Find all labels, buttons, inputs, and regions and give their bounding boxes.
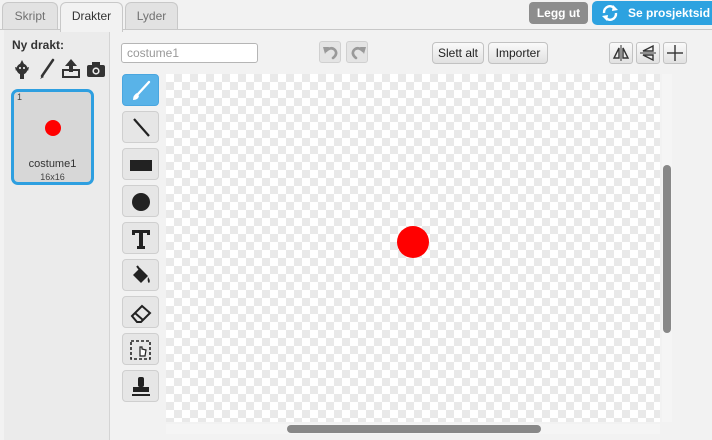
project-page-label: Se prosjektsid xyxy=(628,6,711,20)
logout-button[interactable]: Legg ut xyxy=(529,2,588,24)
costume-name-input[interactable] xyxy=(121,43,258,63)
select-tool[interactable] xyxy=(122,333,159,365)
red-circle-shape xyxy=(397,226,429,258)
costume-list-pane: Ny drakt: 1 costume1 16x16 xyxy=(4,30,110,440)
sprite-library-icon[interactable] xyxy=(12,58,32,80)
flip-vertical-button[interactable] xyxy=(636,42,660,64)
clear-button[interactable]: Slett alt xyxy=(432,42,484,64)
camera-icon[interactable] xyxy=(86,58,106,80)
costume-name: costume1 xyxy=(28,158,77,170)
rectangle-icon xyxy=(130,160,152,171)
tab-sounds[interactable]: Lyder xyxy=(125,2,178,30)
crosshair-icon xyxy=(667,45,683,61)
sync-icon xyxy=(600,4,620,22)
undo-button[interactable] xyxy=(319,41,341,63)
stamp-icon xyxy=(132,377,150,396)
redo-button[interactable] xyxy=(346,41,368,63)
text-icon xyxy=(132,230,150,249)
upload-icon[interactable] xyxy=(61,58,81,80)
paint-brush-icon[interactable] xyxy=(37,58,57,80)
ellipse-icon xyxy=(132,193,150,211)
brush-icon xyxy=(133,80,151,100)
costume-index: 1 xyxy=(17,92,23,102)
brush-tool[interactable] xyxy=(122,74,159,106)
redo-icon xyxy=(351,46,366,60)
costume-thumbnail[interactable]: 1 costume1 16x16 xyxy=(11,89,94,185)
tab-costumes[interactable]: Drakter xyxy=(60,2,123,32)
stamp-tool[interactable] xyxy=(122,370,159,402)
paint-canvas[interactable] xyxy=(166,74,660,422)
eraser-tool[interactable] xyxy=(122,296,159,328)
set-center-button[interactable] xyxy=(663,42,687,64)
paint-bucket-icon xyxy=(133,265,150,283)
line-icon xyxy=(133,118,150,137)
costume-preview xyxy=(45,120,61,136)
flip-horizontal-button[interactable] xyxy=(609,42,633,64)
new-costume-label: Ny drakt: xyxy=(12,38,65,52)
fill-tool[interactable] xyxy=(122,259,159,291)
tab-scripts[interactable]: Skript xyxy=(2,2,58,30)
flip-vertical-icon xyxy=(640,44,656,62)
line-tool[interactable] xyxy=(122,111,159,143)
project-page-button[interactable]: Se prosjektsid xyxy=(592,1,712,25)
flip-horizontal-icon xyxy=(612,45,630,61)
new-costume-options xyxy=(12,58,108,80)
ellipse-tool[interactable] xyxy=(122,185,159,217)
vertical-scrollbar-thumb[interactable] xyxy=(663,165,671,333)
text-tool[interactable] xyxy=(122,222,159,254)
undo-icon xyxy=(323,46,338,60)
eraser-icon xyxy=(130,304,152,323)
horizontal-scrollbar-thumb[interactable] xyxy=(287,425,541,433)
select-icon xyxy=(130,340,151,360)
import-button[interactable]: Importer xyxy=(488,42,548,64)
costume-size: 16x16 xyxy=(40,172,65,182)
rectangle-tool[interactable] xyxy=(122,148,159,180)
